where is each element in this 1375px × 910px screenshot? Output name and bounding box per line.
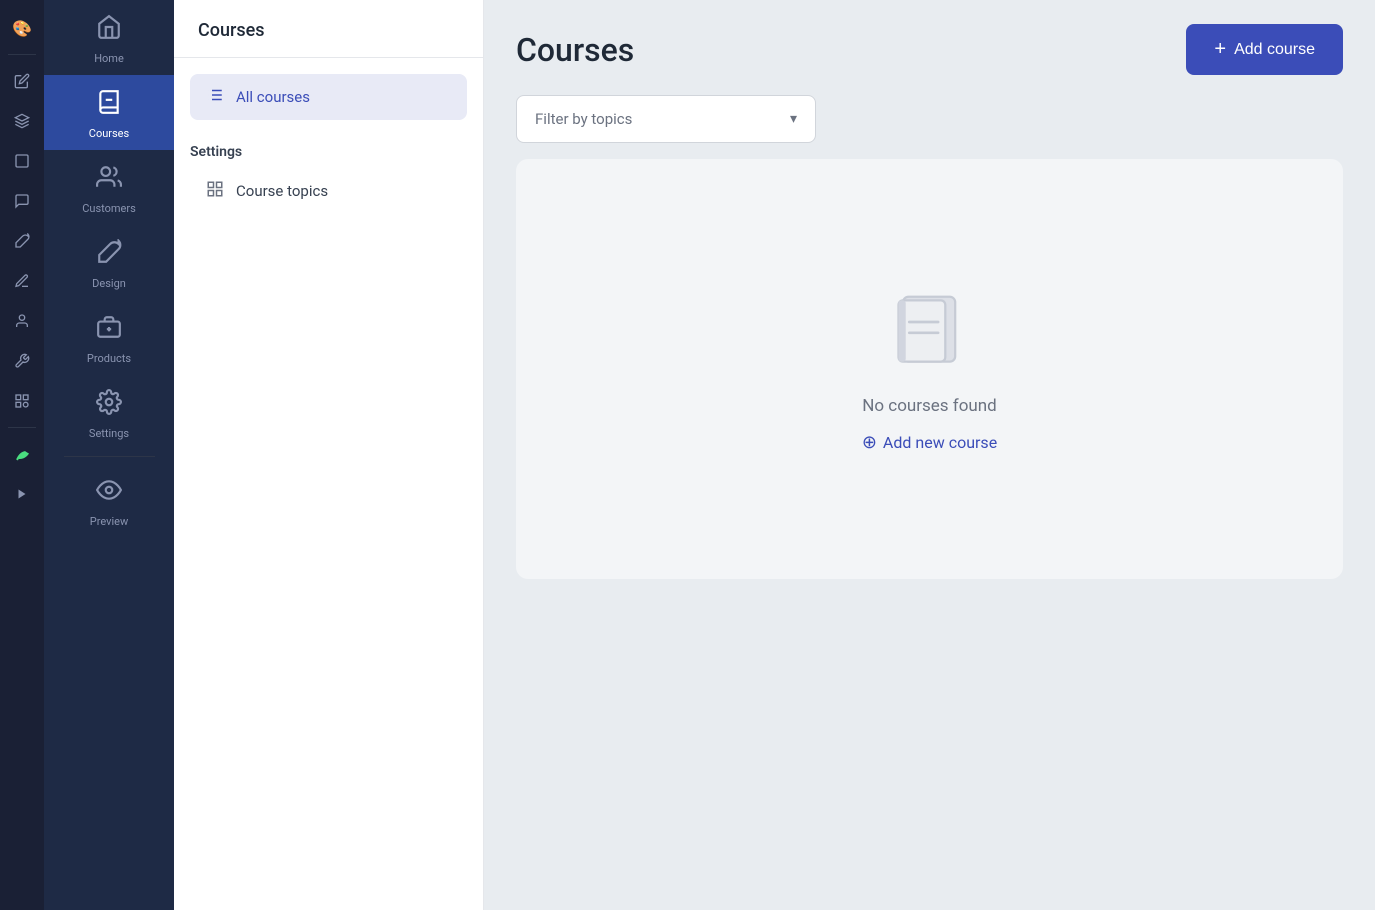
empty-state-icon: [885, 286, 975, 380]
sidebar-item-all-courses[interactable]: All courses: [190, 74, 467, 120]
filter-placeholder: Filter by topics: [535, 110, 632, 128]
nav-item-courses[interactable]: Courses: [44, 75, 174, 150]
add-new-course-link[interactable]: ⊕ Add new course: [862, 432, 997, 453]
page-title: Courses: [516, 31, 634, 69]
nav-label-settings: Settings: [89, 427, 129, 440]
add-course-button[interactable]: + Add course: [1186, 24, 1343, 75]
brush-icon[interactable]: [4, 223, 40, 259]
page-icon[interactable]: [4, 143, 40, 179]
nav-item-home[interactable]: Home: [44, 0, 174, 75]
play-icon[interactable]: [4, 476, 40, 512]
nav-item-design[interactable]: Design: [44, 225, 174, 300]
chevron-down-icon: ▾: [790, 111, 797, 127]
nav-label-courses: Courses: [89, 127, 129, 140]
layers-icon[interactable]: [4, 103, 40, 139]
wrench-icon[interactable]: [4, 343, 40, 379]
filter-bar: Filter by topics ▾: [516, 95, 1343, 143]
main-header: Courses + Add course: [484, 0, 1375, 95]
comment-icon[interactable]: [4, 183, 40, 219]
grid-icon: [206, 180, 224, 202]
main-body: Filter by topics ▾ No courses found: [484, 95, 1375, 910]
settings-section-label: Settings: [174, 128, 483, 168]
plugin-icon[interactable]: [4, 383, 40, 419]
filter-by-topics-dropdown[interactable]: Filter by topics ▾: [516, 95, 816, 143]
nav-item-preview[interactable]: Preview: [44, 463, 174, 538]
plus-circle-icon: ⊕: [862, 432, 877, 453]
sidebar: Courses All courses Settings Course topi…: [174, 0, 484, 910]
main-content: Courses + Add course Filter by topics ▾: [484, 0, 1375, 910]
nav-label-design: Design: [92, 277, 126, 290]
nav-divider: [64, 456, 155, 457]
icon-rail: 🎨: [0, 0, 44, 910]
add-new-label: Add new course: [883, 433, 997, 452]
sidebar-menu-section: All courses: [174, 58, 483, 128]
add-course-label: Add course: [1234, 41, 1315, 59]
rail-divider-1: [8, 54, 36, 55]
courses-icon: [96, 89, 122, 121]
nav-label-customers: Customers: [82, 202, 136, 215]
preview-icon: [96, 477, 122, 509]
left-nav: Home Courses Customers Design Products S…: [44, 0, 174, 910]
settings-icon: [96, 389, 122, 421]
nav-label-products: Products: [87, 352, 131, 365]
home-icon: [96, 14, 122, 46]
settings-menu-section: Course topics: [174, 168, 483, 214]
products-icon: [96, 314, 122, 346]
plus-icon: +: [1214, 38, 1226, 61]
sidebar-header: Courses: [174, 0, 483, 58]
no-courses-text: No courses found: [862, 396, 997, 416]
nav-item-customers[interactable]: Customers: [44, 150, 174, 225]
customers-icon: [96, 164, 122, 196]
all-courses-label: All courses: [236, 88, 310, 106]
pen-icon[interactable]: [4, 263, 40, 299]
nav-item-products[interactable]: Products: [44, 300, 174, 375]
empty-state: No courses found ⊕ Add new course: [516, 159, 1343, 579]
user-profile-icon[interactable]: [4, 303, 40, 339]
course-topics-label: Course topics: [236, 182, 328, 200]
nav-label-preview: Preview: [90, 515, 128, 528]
sidebar-item-course-topics[interactable]: Course topics: [190, 168, 467, 214]
leaf-icon[interactable]: [4, 436, 40, 472]
palette-icon[interactable]: 🎨: [4, 10, 40, 46]
nav-label-home: Home: [94, 52, 124, 65]
rail-divider-2: [8, 427, 36, 428]
list-icon: [206, 86, 224, 108]
nav-item-settings[interactable]: Settings: [44, 375, 174, 450]
design-icon: [96, 239, 122, 271]
edit-pencil-icon[interactable]: [4, 63, 40, 99]
